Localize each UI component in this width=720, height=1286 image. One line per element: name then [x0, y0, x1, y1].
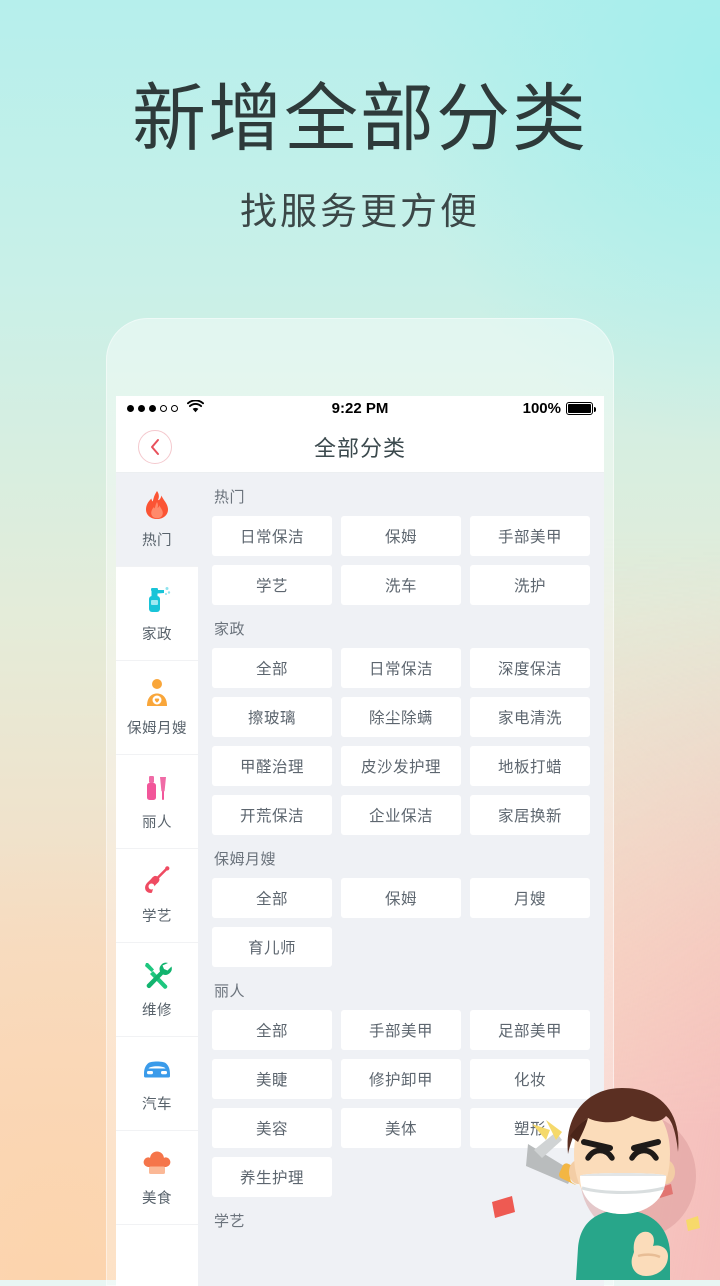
car-icon [142, 1054, 172, 1084]
sidebar-item-label: 丽人 [142, 814, 172, 831]
nail-polish-icon [142, 772, 172, 802]
category-chip[interactable]: 擦玻璃 [212, 697, 332, 737]
category-chip[interactable]: 全部 [212, 648, 332, 688]
promo-text-block: 新增全部分类 找服务更方便 [0, 78, 720, 235]
section-title: 保姆月嫂 [214, 851, 277, 868]
sidebar-item-label: 家政 [142, 626, 172, 643]
category-chip[interactable]: 手部美甲 [341, 1010, 461, 1050]
battery-percent-label: 100% [522, 400, 561, 417]
spray-bottle-icon [142, 584, 172, 614]
category-chip[interactable]: 深度保洁 [470, 648, 590, 688]
sidebar-item-label: 保姆月嫂 [127, 720, 187, 737]
sidebar-item-car[interactable]: 汽车 [116, 1037, 198, 1131]
category-chip[interactable]: 洗车 [341, 565, 461, 605]
sidebar-item-label: 热门 [142, 532, 172, 549]
category-chip[interactable]: 甲醛治理 [212, 746, 332, 786]
signal-dot-1 [127, 405, 134, 412]
status-bar: 9:22 PM 100% [116, 396, 604, 421]
celebrating-boy-character [526, 1088, 696, 1280]
nursing-icon [142, 678, 172, 708]
sidebar-item-rement[interactable]: 热门 [116, 473, 198, 567]
sidebar-item-lessons[interactable]: 学艺 [116, 849, 198, 943]
tools-icon [142, 960, 172, 990]
category-chip[interactable]: 保姆 [341, 516, 461, 556]
category-chip[interactable]: 日常保洁 [212, 516, 332, 556]
category-chip[interactable]: 月嫂 [470, 878, 590, 918]
section-popular: 热门 日常保洁 保姆 手部美甲 学艺 洗车 洗护 [198, 473, 604, 605]
category-chip[interactable]: 足部美甲 [470, 1010, 590, 1050]
status-bar-signal [127, 399, 205, 417]
page-title: 全部分类 [313, 435, 406, 461]
category-chip[interactable]: 美容 [212, 1108, 332, 1148]
category-chip[interactable]: 除尘除螨 [341, 697, 461, 737]
wifi-icon [186, 399, 205, 417]
category-chip[interactable]: 养生护理 [212, 1157, 332, 1197]
chevron-left-icon [151, 438, 159, 455]
category-chip[interactable]: 学艺 [212, 565, 332, 605]
battery-icon [566, 402, 597, 415]
flame-icon [142, 490, 172, 520]
signal-dot-4 [160, 405, 167, 412]
chef-hat-icon [142, 1148, 172, 1178]
sidebar-item-food[interactable]: 美食 [116, 1131, 198, 1225]
section-chip-grid: 全部 保姆 月嫂 育儿师 [212, 878, 590, 967]
section-title: 热门 [214, 489, 246, 506]
sidebar-item-label: 美食 [142, 1190, 172, 1207]
category-chip[interactable]: 修护卸甲 [341, 1059, 461, 1099]
category-chip[interactable]: 育儿师 [212, 927, 332, 967]
sidebar-item-housekeeping[interactable]: 家政 [116, 567, 198, 661]
category-chip[interactable]: 全部 [212, 1010, 332, 1050]
category-chip[interactable]: 日常保洁 [341, 648, 461, 688]
nav-bar: 全部分类 [116, 421, 604, 473]
promo-headline: 新增全部分类 [132, 77, 588, 160]
category-chip[interactable]: 企业保洁 [341, 795, 461, 835]
section-housekeeping: 家政 全部 日常保洁 深度保洁 擦玻璃 除尘除螨 家电清洗 甲醛治理 皮沙发护理… [198, 605, 604, 835]
section-chip-grid: 全部 日常保洁 深度保洁 擦玻璃 除尘除螨 家电清洗 甲醛治理 皮沙发护理 地板… [212, 648, 590, 835]
sidebar-item-label: 汽车 [142, 1096, 172, 1113]
category-chip[interactable]: 美睫 [212, 1059, 332, 1099]
sidebar-item-nanny[interactable]: 保姆月嫂 [116, 661, 198, 755]
sidebar-item-repair[interactable]: 维修 [116, 943, 198, 1037]
status-bar-battery-group: 100% [522, 400, 597, 417]
promo-subheadline: 找服务更方便 [240, 191, 480, 233]
section-title: 家政 [214, 621, 246, 638]
category-sidebar[interactable]: 热门 家政 保姆月嫂 丽人 学艺 维修 汽车 美食 [116, 473, 198, 1286]
signal-dot-2 [138, 405, 145, 412]
guitar-icon [142, 865, 172, 896]
category-chip[interactable]: 保姆 [341, 878, 461, 918]
category-chip[interactable]: 全部 [212, 878, 332, 918]
sidebar-item-beauty[interactable]: 丽人 [116, 755, 198, 849]
section-title: 丽人 [214, 983, 246, 1000]
category-chip[interactable]: 美体 [341, 1108, 461, 1148]
signal-dot-5 [171, 405, 178, 412]
sidebar-item-label: 维修 [142, 1002, 172, 1019]
category-chip[interactable]: 手部美甲 [470, 516, 590, 556]
section-nanny: 保姆月嫂 全部 保姆 月嫂 育儿师 [198, 835, 604, 967]
category-chip[interactable]: 开荒保洁 [212, 795, 332, 835]
sidebar-item-label: 学艺 [142, 908, 172, 925]
category-chip[interactable]: 洗护 [470, 565, 590, 605]
category-chip[interactable]: 地板打蜡 [470, 746, 590, 786]
category-chip[interactable]: 家居换新 [470, 795, 590, 835]
category-chip[interactable]: 皮沙发护理 [341, 746, 461, 786]
back-button[interactable] [138, 429, 172, 464]
section-chip-grid: 日常保洁 保姆 手部美甲 学艺 洗车 洗护 [212, 516, 590, 605]
category-chip[interactable]: 家电清洗 [470, 697, 590, 737]
signal-dot-3 [149, 405, 156, 412]
